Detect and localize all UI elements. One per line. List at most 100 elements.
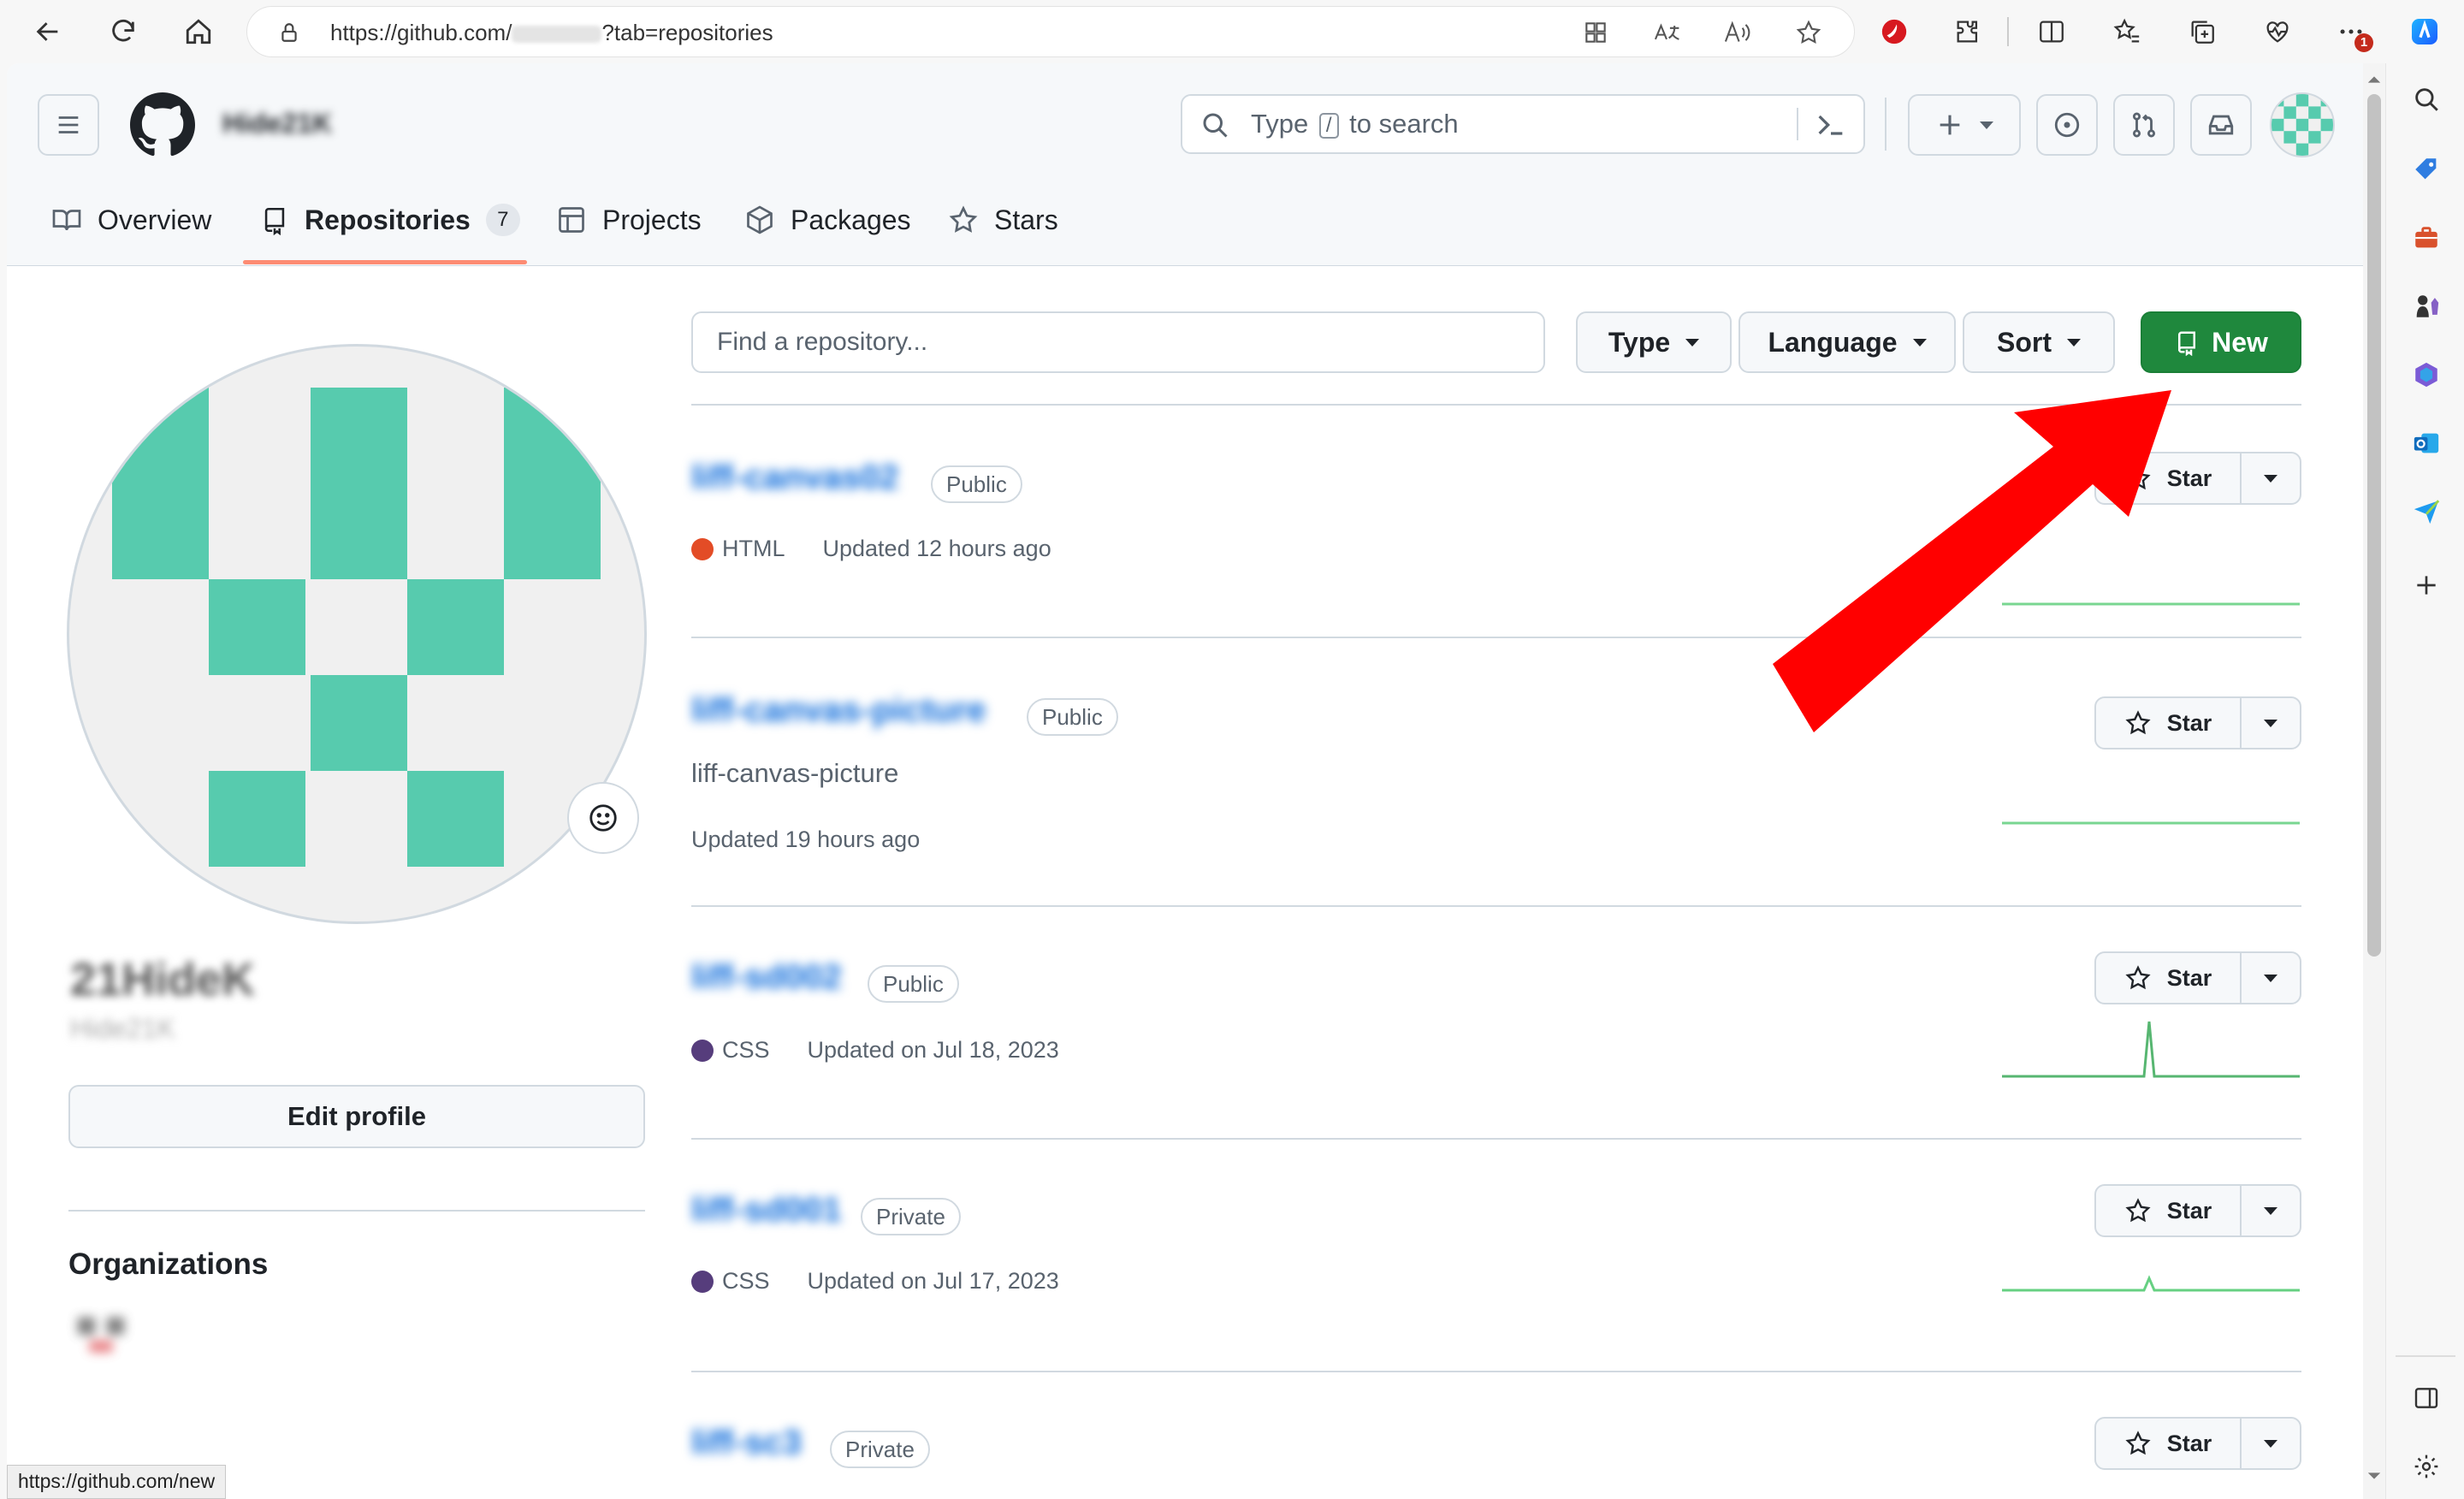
pull-request-icon	[2132, 112, 2156, 138]
repo-name-link[interactable]: liff-sd001	[691, 1191, 842, 1229]
tab-stars[interactable]: Stars	[948, 192, 1058, 248]
star-list-dropdown[interactable]	[2242, 1419, 2300, 1468]
star-list-dropdown[interactable]	[2242, 1186, 2300, 1235]
url-prefix: https://github.com/	[330, 20, 512, 45]
search-icon	[2415, 88, 2438, 111]
sidebar-send-button[interactable]	[2402, 488, 2450, 536]
copilot-button[interactable]	[2401, 8, 2449, 56]
repo-meta: CSS Updated on Jul 18, 2023	[691, 1037, 1059, 1064]
extension-trend-button[interactable]	[1870, 8, 1918, 56]
inbox-button[interactable]	[2190, 94, 2252, 156]
collections-button[interactable]	[2178, 8, 2226, 56]
performance-button[interactable]	[2254, 8, 2301, 56]
scroll-down-icon[interactable]	[2366, 1468, 2382, 1484]
sidebar-tools-button[interactable]	[2402, 214, 2450, 262]
profile-display-name: 21HideK	[70, 954, 256, 1005]
identicon-small-icon	[2272, 94, 2333, 156]
star-button[interactable]: Star	[2096, 1419, 2242, 1468]
star-list-dropdown[interactable]	[2242, 453, 2300, 503]
scroll-up-icon[interactable]	[2366, 72, 2382, 87]
refresh-button[interactable]	[99, 8, 147, 56]
language-filter-button[interactable]: Language	[1738, 311, 1956, 373]
new-repository-button[interactable]: New	[2141, 311, 2301, 373]
caret-down-icon	[2264, 1206, 2277, 1215]
caret-down-icon	[2264, 974, 2277, 982]
sidebar-settings-button[interactable]	[2402, 1443, 2450, 1490]
collections-icon	[2191, 21, 2214, 44]
list-divider	[691, 905, 2301, 907]
tab-overview[interactable]: Overview	[51, 192, 211, 248]
repo-language: CSS	[722, 1037, 770, 1063]
sidebar-games-button[interactable]	[2402, 282, 2450, 330]
star-button[interactable]: Star	[2096, 453, 2242, 503]
microsoft365-icon	[2415, 362, 2437, 388]
scrollbar-thumb[interactable]	[2367, 94, 2381, 957]
language-color-dot	[691, 1039, 714, 1062]
star-button[interactable]: Star	[2096, 698, 2242, 748]
language-caret-icon	[1912, 338, 1927, 347]
find-repository-input[interactable]: Find a repository...	[691, 311, 1545, 373]
repositories-count-badge: 7	[485, 204, 520, 236]
profile-avatar[interactable]	[67, 344, 647, 924]
star-list-dropdown[interactable]	[2242, 698, 2300, 748]
star-list-dropdown[interactable]	[2242, 953, 2300, 1003]
pull-requests-button[interactable]	[2113, 94, 2175, 156]
edit-profile-button[interactable]: Edit profile	[68, 1085, 645, 1148]
more-menu-button[interactable]: 1	[2327, 8, 2375, 56]
repo-name-link[interactable]: liff-canvas-picture	[691, 691, 986, 730]
repo-meta: HTML Updated 12 hours ago	[691, 536, 1051, 562]
read-aloud-icon[interactable]	[1722, 19, 1751, 46]
repo-name-link[interactable]: liff-sc3	[691, 1424, 802, 1462]
search-placeholder-after: to search	[1349, 109, 1459, 139]
caret-down-icon	[2264, 719, 2277, 727]
repo-name-link[interactable]: liff-sd002	[691, 958, 842, 997]
caret-down-icon	[2264, 1439, 2277, 1448]
command-palette-icon[interactable]	[1814, 108, 1848, 142]
sidebar-shopping-button[interactable]	[2402, 145, 2450, 193]
header-username[interactable]: Hide21K	[222, 108, 332, 139]
repo-meta: CSS Updated on Jul 17, 2023	[691, 1268, 1059, 1295]
repo-visibility-badge: Private	[830, 1431, 930, 1468]
create-new-button[interactable]	[1908, 94, 2021, 156]
tab-projects[interactable]: Projects	[556, 192, 702, 248]
search-placeholder: Type / to search	[1251, 96, 1459, 152]
tab-repositories[interactable]: Repositories 7	[260, 192, 520, 248]
plus-icon	[1940, 115, 1960, 135]
status-bar-url: https://github.com/new	[7, 1465, 227, 1499]
favorites-button[interactable]	[2103, 8, 2151, 56]
tab-packages[interactable]: Packages	[744, 192, 911, 248]
tab-projects-label: Projects	[602, 204, 702, 235]
type-filter-button[interactable]: Type	[1576, 311, 1732, 373]
github-page: Hide21K Type / to search Overview Reposi…	[7, 63, 2363, 1499]
home-button[interactable]	[175, 8, 222, 56]
back-button[interactable]	[24, 8, 72, 56]
github-logo[interactable]	[130, 92, 195, 157]
app-view-icon[interactable]	[1582, 19, 1609, 46]
address-bar[interactable]: https://github.com/ ?tab=repositories	[246, 6, 1855, 57]
extensions-button[interactable]	[1944, 8, 1992, 56]
hamburger-menu-button[interactable]	[38, 94, 99, 156]
sidebar-add-button[interactable]	[2402, 561, 2450, 609]
set-status-button[interactable]	[567, 782, 639, 854]
sidebar-search-button[interactable]	[2402, 75, 2450, 123]
translate-icon[interactable]	[1652, 19, 1681, 46]
repo-visibility-badge: Private	[861, 1198, 961, 1235]
split-screen-button[interactable]	[2028, 8, 2076, 56]
favorite-star-icon[interactable]	[1794, 19, 1823, 46]
star-button[interactable]: Star	[2096, 953, 2242, 1003]
issues-button[interactable]	[2036, 94, 2098, 156]
organizations-heading: Organizations	[68, 1247, 269, 1281]
star-button[interactable]: Star	[2096, 1186, 2242, 1235]
search-box[interactable]: Type / to search	[1181, 94, 1865, 154]
organization-avatar[interactable]	[72, 1306, 130, 1364]
language-color-dot	[691, 1270, 714, 1293]
book-icon	[52, 210, 81, 231]
sidebar-toggle-icon	[2414, 1388, 2438, 1408]
sidebar-m365-button[interactable]	[2402, 351, 2450, 399]
sort-filter-button[interactable]: Sort	[1963, 311, 2115, 373]
header-avatar[interactable]	[2270, 92, 2335, 157]
star-icon	[2125, 465, 2151, 490]
sidebar-outlook-button[interactable]	[2402, 419, 2450, 467]
sidebar-hide-button[interactable]	[2402, 1374, 2450, 1422]
repo-name-link[interactable]: liff-canvas02	[691, 459, 898, 497]
